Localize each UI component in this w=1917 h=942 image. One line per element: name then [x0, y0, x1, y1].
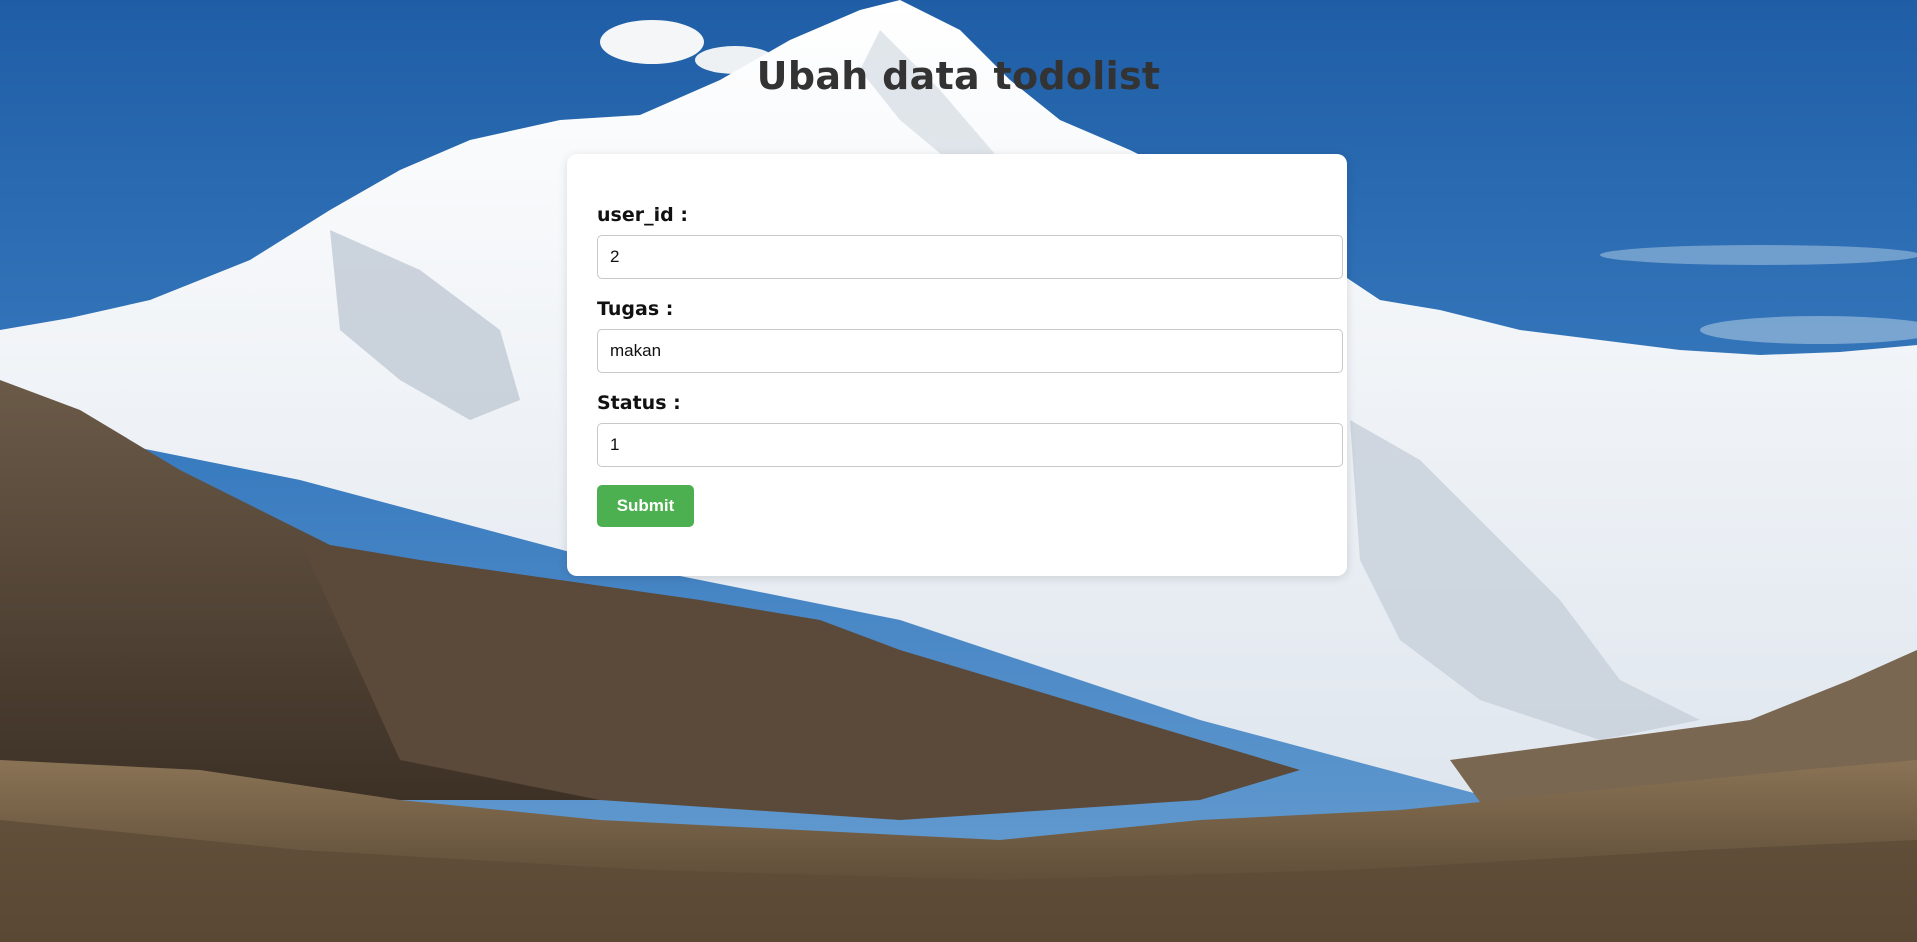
submit-button[interactable]: Submit — [597, 485, 694, 527]
status-label: Status : — [597, 392, 681, 414]
tugas-label: Tugas : — [597, 298, 674, 320]
user-id-label: user_id : — [597, 204, 688, 226]
edit-todo-form: user_id : Tugas : Status : Submit — [567, 154, 1347, 576]
page-title: Ubah data todolist — [756, 54, 1161, 98]
status-input[interactable] — [597, 423, 1343, 467]
tugas-input[interactable] — [597, 329, 1343, 373]
user-id-input[interactable] — [597, 235, 1343, 279]
